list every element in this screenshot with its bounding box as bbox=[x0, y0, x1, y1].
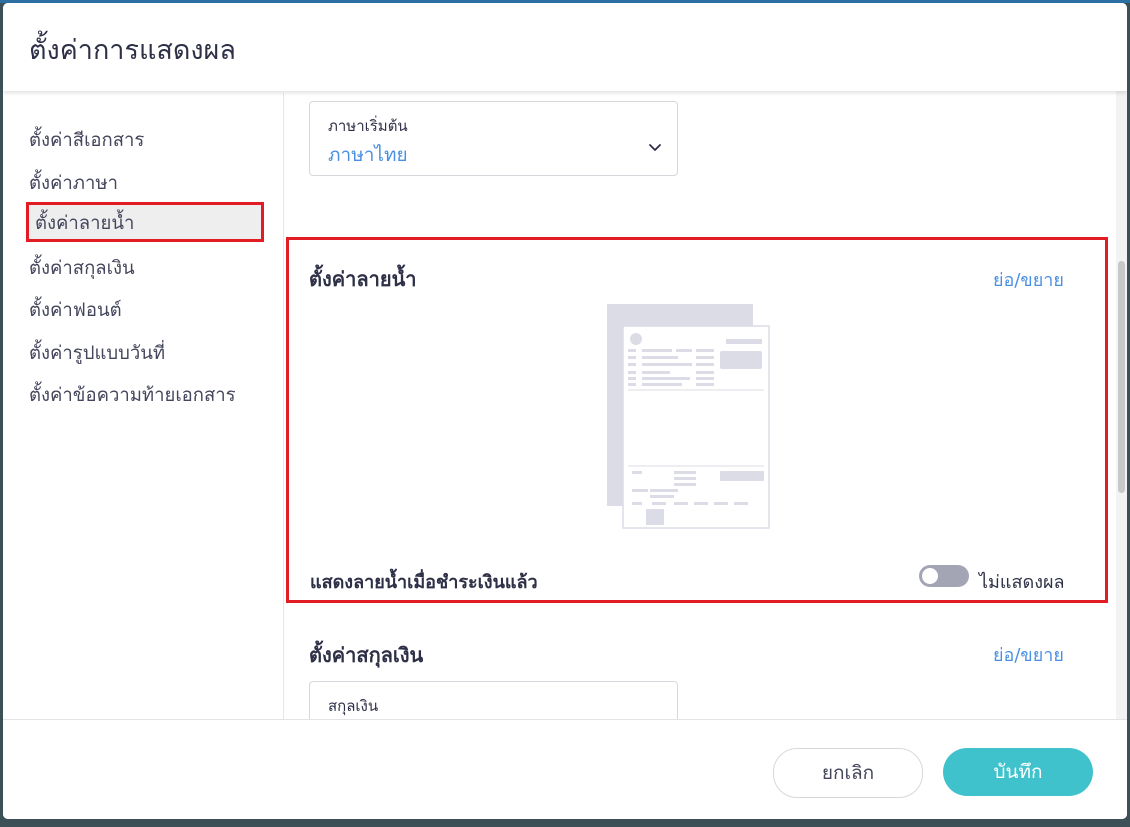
currency-field-label: สกุลเงิน bbox=[328, 697, 379, 715]
default-language-value: ภาษาไทย bbox=[328, 144, 408, 166]
content-scrollbar[interactable] bbox=[1116, 91, 1127, 719]
dialog-title: ตั้งค่าการแสดงผล bbox=[29, 35, 236, 66]
display-settings-dialog: ตั้งค่าการแสดงผล ตั้งค่าสีเอกสาร ตั้งค่า… bbox=[3, 3, 1127, 819]
scrollbar-thumb[interactable] bbox=[1118, 261, 1125, 493]
save-button[interactable]: บันทึก bbox=[943, 748, 1093, 796]
sidebar-item-date-format[interactable]: ตั้งค่ารูปแบบวันที่ bbox=[29, 339, 165, 368]
toggle-knob bbox=[922, 568, 938, 584]
sidebar-item-watermark[interactable]: ตั้งค่าลายน้ำ bbox=[26, 202, 264, 242]
default-language-label: ภาษาเริ่มต้น bbox=[328, 117, 408, 135]
chevron-down-icon bbox=[649, 144, 661, 151]
settings-sidebar: ตั้งค่าสีเอกสาร ตั้งค่าภาษา ตั้งค่าลายน้… bbox=[3, 93, 284, 719]
currency-select[interactable]: สกุลเงิน bbox=[309, 681, 678, 719]
settings-content: ภาษาเริ่มต้น ภาษาไทย ตั้งค่าลายน้ำ ย่อ/ข… bbox=[284, 93, 1120, 719]
dialog-header: ตั้งค่าการแสดงผล bbox=[3, 3, 1127, 91]
currency-section-title: ตั้งค่าสกุลเงิน bbox=[309, 643, 424, 667]
watermark-paid-toggle[interactable] bbox=[919, 565, 969, 587]
sidebar-item-document-color[interactable]: ตั้งค่าสีเอกสาร bbox=[29, 126, 144, 155]
currency-collapse-link[interactable]: ย่อ/ขยาย bbox=[993, 640, 1064, 669]
default-language-select[interactable]: ภาษาเริ่มต้น ภาษาไทย bbox=[309, 101, 678, 176]
watermark-section-title: ตั้งค่าลายน้ำ bbox=[309, 267, 417, 291]
sidebar-item-language[interactable]: ตั้งค่าภาษา bbox=[29, 169, 118, 198]
sidebar-item-currency[interactable]: ตั้งค่าสกุลเงิน bbox=[29, 254, 135, 283]
sidebar-item-footer-text[interactable]: ตั้งค่าข้อความท้ายเอกสาร bbox=[29, 381, 236, 410]
watermark-document-preview-icon bbox=[607, 304, 770, 529]
cancel-button[interactable]: ยกเลิก bbox=[773, 748, 923, 798]
sidebar-item-font[interactable]: ตั้งค่าฟอนต์ bbox=[29, 296, 122, 325]
watermark-toggle-state: ไม่แสดงผล bbox=[979, 572, 1065, 593]
watermark-paid-toggle-label: แสดงลายน้ำเมื่อชำระเงินแล้ว bbox=[310, 572, 538, 593]
dialog-footer: ยกเลิก บันทึก bbox=[3, 719, 1127, 819]
watermark-collapse-link[interactable]: ย่อ/ขยาย bbox=[993, 265, 1064, 294]
